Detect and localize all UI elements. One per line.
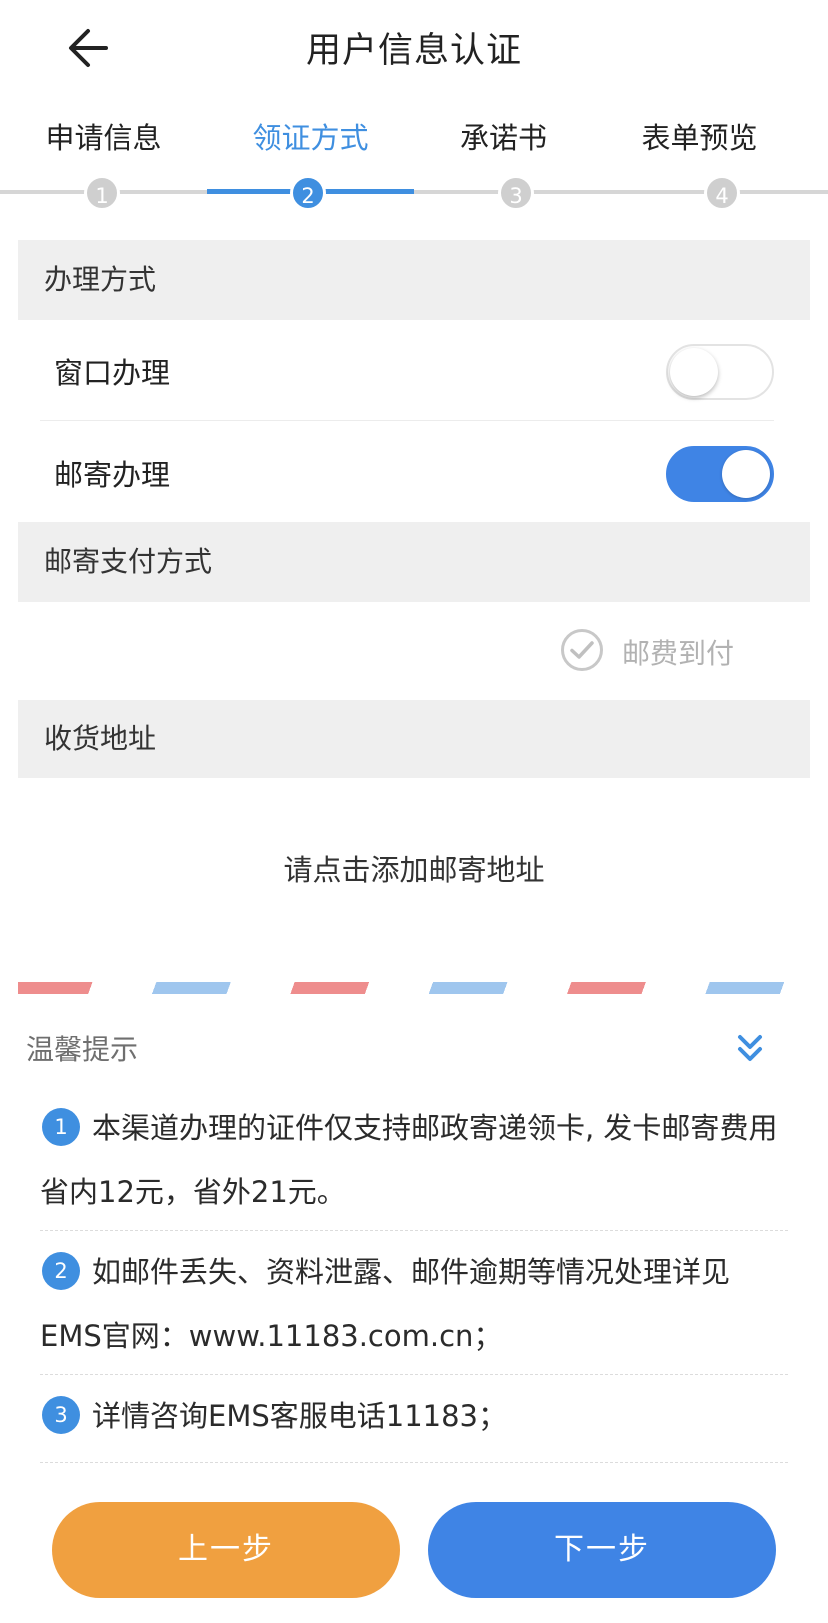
next-step-button[interactable]: 下一步 [428,1502,776,1598]
tip-number-badge: 1 [42,1108,80,1146]
tip-text: 详情咨询EMS客服电话11183； [92,1399,508,1433]
step-dot-3: 3 [498,175,534,211]
section-handling-method: 办理方式 [18,240,810,320]
option-label-mail: 邮寄办理 [54,458,171,492]
header: 用户信息认证 [0,0,828,96]
step-dot-1: 1 [84,175,120,211]
tip-divider [40,1230,788,1231]
option-row-window: 窗口办理 [40,320,774,420]
section-mail-payment: 邮寄支付方式 [18,522,810,602]
previous-step-button[interactable]: 上一步 [52,1502,400,1598]
airmail-stripe-divider [18,982,810,994]
step-label-collection-method[interactable]: 领证方式 [207,115,414,157]
option-label-window: 窗口办理 [54,356,171,390]
payment-option-label: 邮费到付 [622,637,735,670]
tip-number-badge: 3 [42,1396,80,1434]
double-chevron-down-icon [738,1035,762,1061]
page-title: 用户信息认证 [305,31,522,71]
tip-divider [40,1462,788,1463]
tip-item-3: 3 详情咨询EMS客服电话11183； [40,1384,788,1448]
tip-text: 如邮件丢失、资料泄露、邮件逾期等情况处理详见EMS官网：www.11183.co… [40,1255,731,1353]
user-info-auth-page: 用户信息认证 申请信息 领证方式 承诺书 表单预览 1 2 3 4 办理方式 窗… [0,0,828,1623]
step-dot-2: 2 [290,175,326,211]
step-label-commitment[interactable]: 承诺书 [400,115,607,157]
step-label-application-info[interactable]: 申请信息 [0,115,207,157]
step-dot-4: 4 [704,175,740,211]
window-handling-toggle[interactable] [666,344,774,400]
tip-number-badge: 2 [42,1252,80,1290]
step-label-form-preview[interactable]: 表单预览 [596,115,803,157]
tip-item-2: 2 如邮件丢失、资料泄露、邮件逾期等情况处理详见EMS官网：www.11183.c… [40,1240,788,1368]
toggle-knob [670,348,718,396]
tips-collapse-button[interactable] [730,1028,770,1068]
check-circle-icon [561,629,603,671]
section-shipping-address: 收货地址 [18,700,810,778]
toggle-knob [722,450,770,498]
mail-handling-toggle[interactable] [666,446,774,502]
tip-item-1: 1 本渠道办理的证件仅支持邮政寄递领卡, 发卡邮寄费用省内12元，省外21元。 [40,1096,788,1224]
add-address-button[interactable]: 请点击添加邮寄地址 [18,840,810,900]
stepper-labels: 申请信息 领证方式 承诺书 表单预览 [0,115,828,165]
tip-text: 本渠道办理的证件仅支持邮政寄递领卡, 发卡邮寄费用省内12元，省外21元。 [40,1111,778,1209]
tip-divider [40,1374,788,1375]
option-row-mail: 邮寄办理 [40,422,774,522]
row-divider [40,420,774,421]
tips-title: 温馨提示 [26,1033,139,1066]
